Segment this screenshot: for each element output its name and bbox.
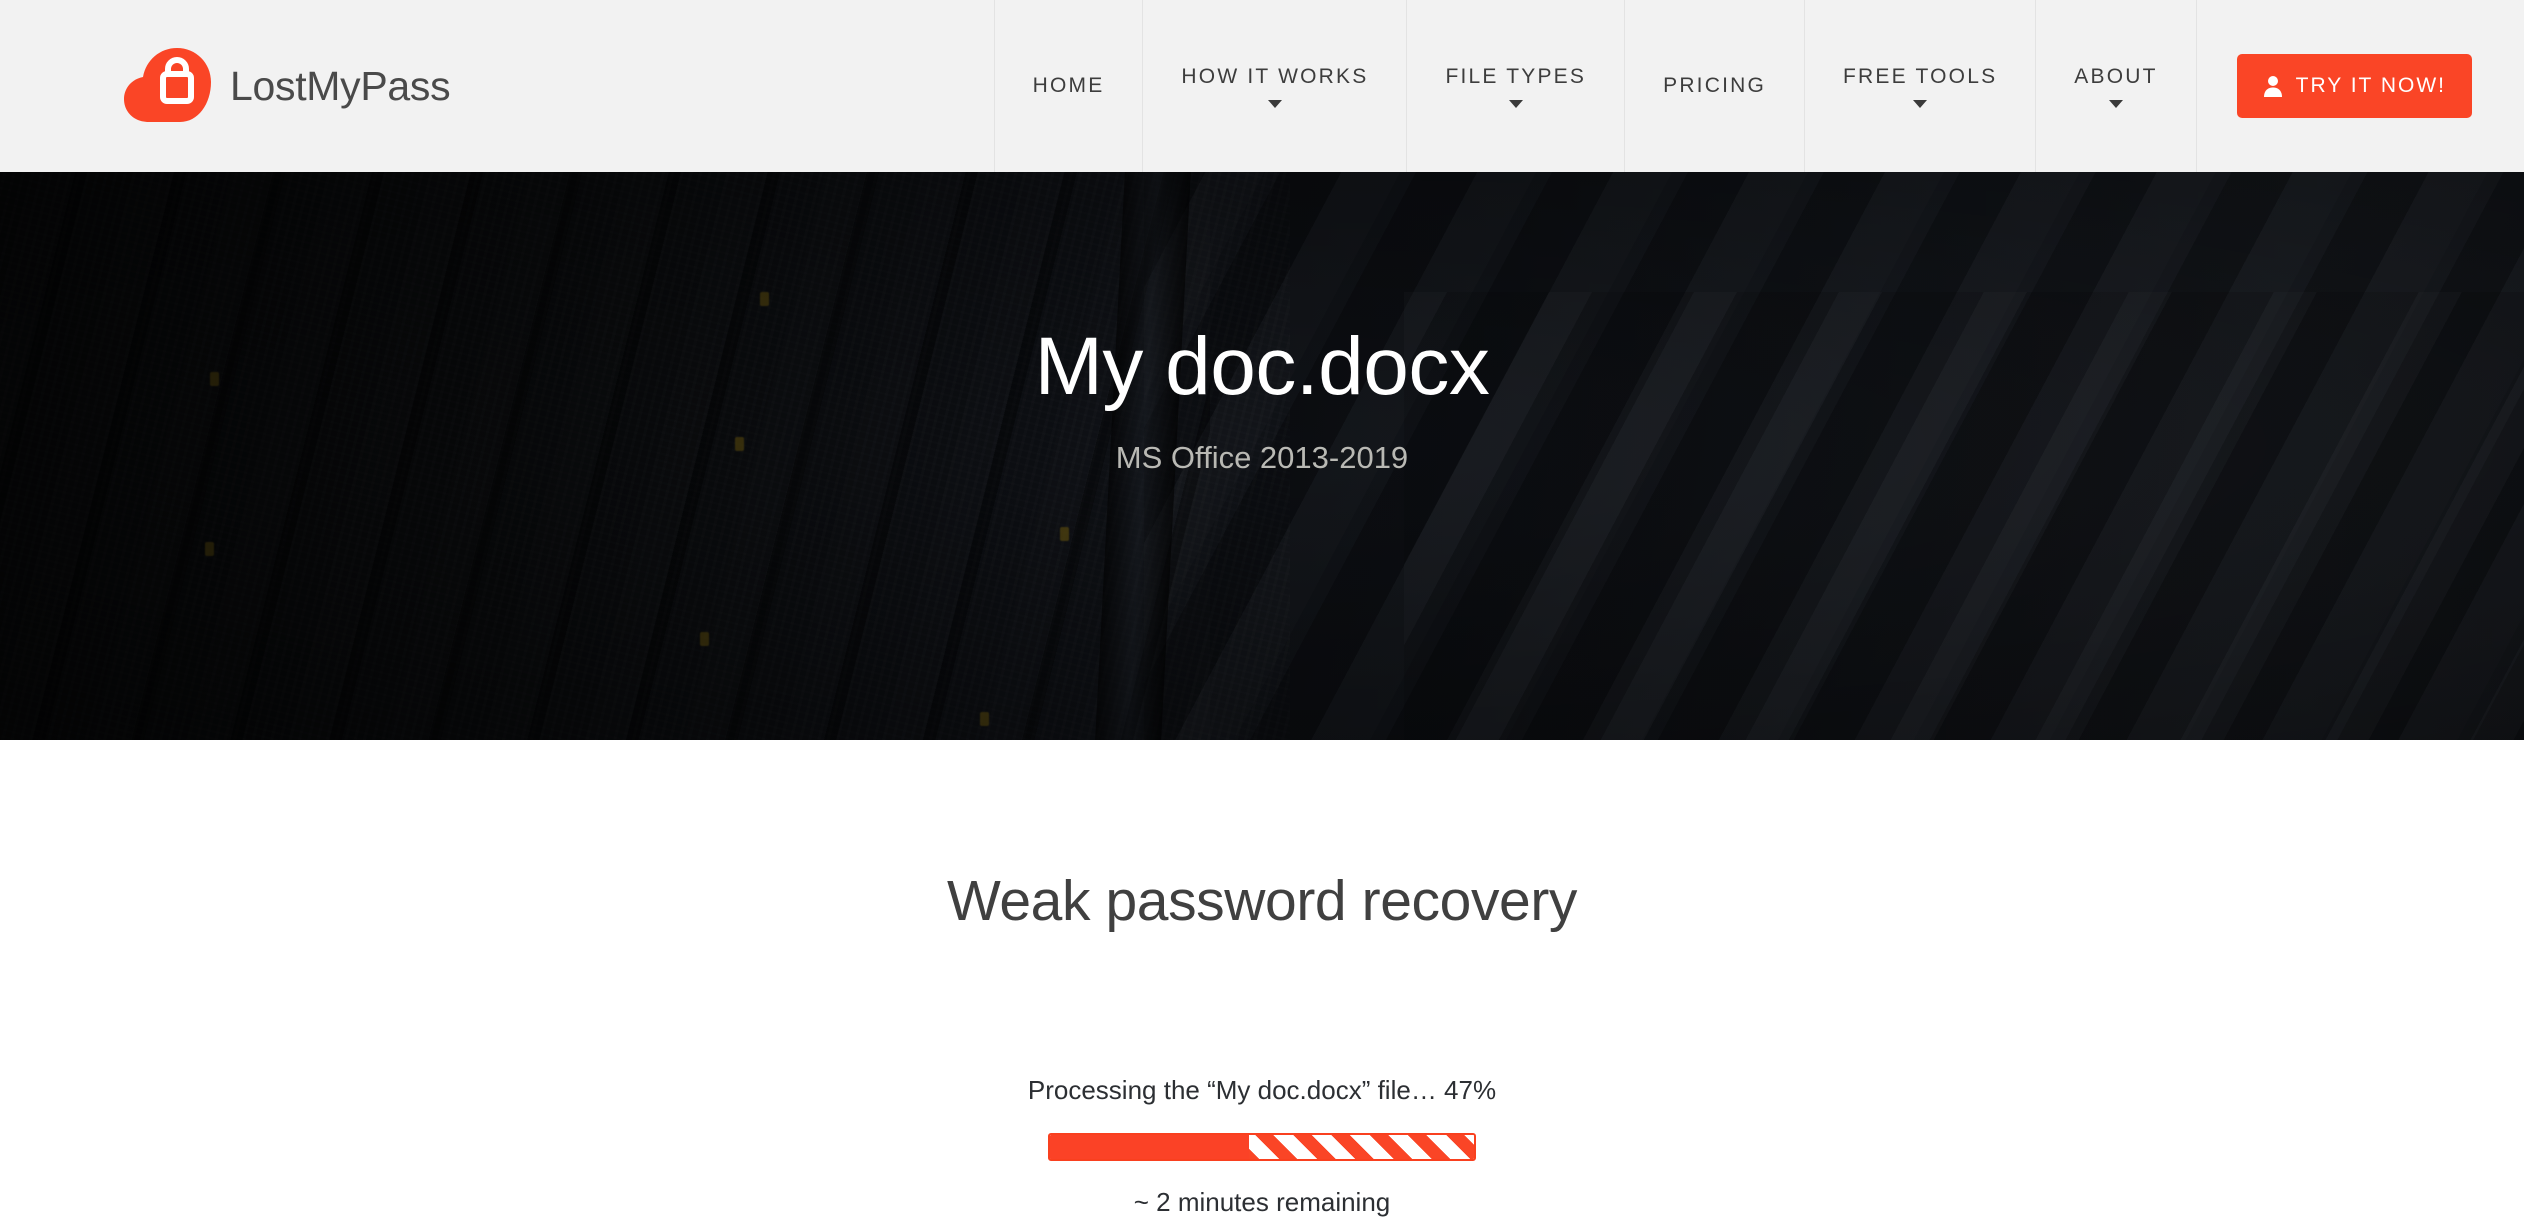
page-subtitle: MS Office 2013-2019 (1115, 440, 1409, 476)
chevron-down-icon (1913, 99, 1928, 108)
nav-label: FILE TYPES (1445, 64, 1587, 88)
logo[interactable]: LostMyPass (0, 0, 451, 172)
nav-label: HOME (1032, 74, 1105, 97)
main-content: Weak password recovery Processing the “M… (0, 740, 2524, 1218)
cloud-lock-icon (124, 48, 211, 122)
chevron-down-icon (1508, 99, 1523, 108)
nav-item-home[interactable]: HOME (993, 0, 1143, 172)
cta-label: TRY IT NOW! (2295, 74, 2446, 97)
nav-item-file-types[interactable]: FILE TYPES (1406, 0, 1624, 172)
nav-item-free-tools[interactable]: FREE TOOLS (1804, 0, 2035, 172)
cta-container: TRY IT NOW! (2197, 0, 2524, 172)
progress-bar-fill (1050, 1135, 1250, 1159)
hero-content: My doc.docx MS Office 2013-2019 (0, 172, 2524, 740)
chevron-down-icon (2108, 99, 2123, 108)
nav-label: HOW IT WORKS (1181, 64, 1369, 88)
header-spacer (450, 0, 993, 172)
try-it-now-button[interactable]: TRY IT NOW! (2236, 54, 2472, 118)
page-title: My doc.docx (1034, 321, 1490, 412)
nav-item-how-it-works[interactable]: HOW IT WORKS (1142, 0, 1406, 172)
user-icon (2263, 76, 2282, 97)
nav-label: PRICING (1663, 74, 1767, 97)
nav-item-about[interactable]: ABOUT (2035, 0, 2197, 172)
nav-item-pricing[interactable]: PRICING (1624, 0, 1804, 172)
hero-banner: My doc.docx MS Office 2013-2019 Home/My … (0, 172, 2524, 740)
nav-label: FREE TOOLS (1843, 64, 1998, 88)
main-navigation: HOME HOW IT WORKS FILE TYPES PRICING FRE… (993, 0, 2197, 172)
section-title: Weak password recovery (946, 869, 1578, 933)
chevron-down-icon (1267, 99, 1282, 108)
site-header: LostMyPass HOME HOW IT WORKS FILE TYPES … (0, 0, 2524, 172)
nav-label: ABOUT (2074, 64, 2158, 88)
progress-eta-text: ~ 2 minutes remaining (1133, 1187, 1391, 1217)
progress-bar (1048, 1133, 1476, 1161)
logo-text: LostMyPass (230, 62, 451, 109)
progress-status-text: Processing the “My doc.docx” file… 47% (1027, 1075, 1497, 1105)
